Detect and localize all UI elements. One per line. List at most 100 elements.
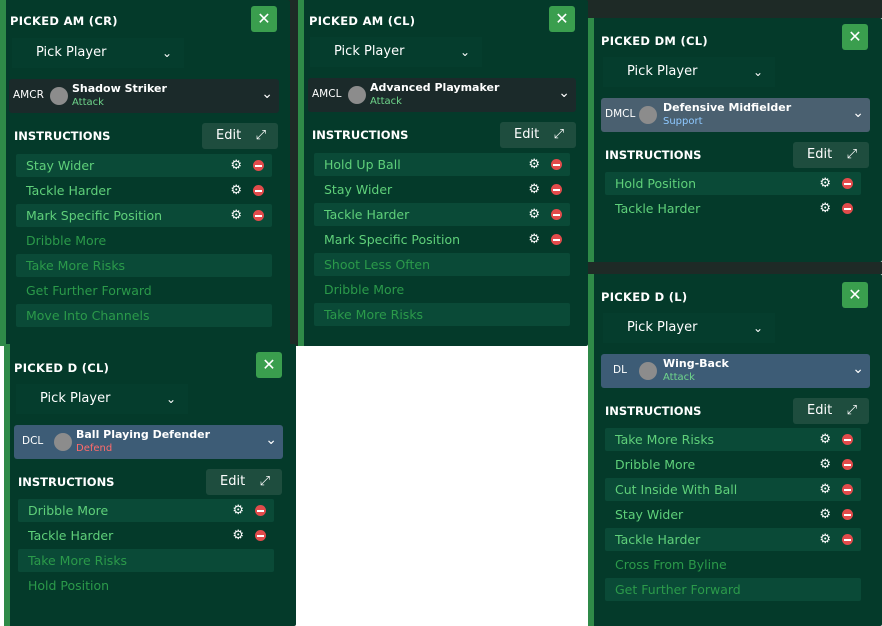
edit-label: Edit bbox=[807, 147, 833, 162]
gear-icon[interactable]: ⚙ bbox=[230, 179, 242, 202]
panel-edge bbox=[298, 0, 304, 346]
player-avatar bbox=[50, 87, 68, 105]
instruction-row[interactable]: Get Further Forward bbox=[16, 279, 272, 302]
instruction-row[interactable]: Tackle Harder ⚙ bbox=[605, 197, 861, 220]
chevron-down-icon: ⌄ bbox=[161, 46, 172, 60]
panel-picked-am-cr: PICKED AM (CR) ✕ Pick Player ⌄ AMCR Shad… bbox=[0, 0, 290, 346]
remove-icon[interactable] bbox=[253, 210, 264, 221]
instruction-label: Dribble More bbox=[26, 233, 107, 248]
instruction-label: Tackle Harder bbox=[615, 201, 701, 216]
panel-picked-d-l: PICKED D (L) ✕ Pick Player ⌄ DL Wing-Bac… bbox=[588, 274, 882, 626]
remove-icon[interactable] bbox=[253, 160, 264, 171]
instructions-heading: INSTRUCTIONS bbox=[18, 475, 115, 489]
remove-icon[interactable] bbox=[842, 178, 853, 189]
gear-icon[interactable]: ⚙ bbox=[819, 478, 831, 501]
close-button[interactable]: ✕ bbox=[549, 6, 575, 32]
pick-player-select[interactable]: Pick Player ⌄ bbox=[603, 313, 775, 343]
remove-icon[interactable] bbox=[551, 159, 562, 170]
remove-icon[interactable] bbox=[551, 209, 562, 220]
chevron-down-icon: ⌄ bbox=[852, 105, 864, 121]
instruction-row[interactable]: Dribble More bbox=[16, 229, 272, 252]
role-selector[interactable]: AMCR Shadow Striker Attack ⌄ bbox=[9, 79, 279, 113]
instruction-row[interactable]: Tackle Harder ⚙ bbox=[18, 524, 274, 547]
instruction-row[interactable]: Hold Position bbox=[18, 574, 274, 597]
instruction-row[interactable]: Dribble More ⚙ bbox=[605, 453, 861, 476]
instruction-row[interactable]: Take More Risks ⚙ bbox=[605, 428, 861, 451]
remove-icon[interactable] bbox=[253, 185, 264, 196]
pick-player-select[interactable]: Pick Player ⌄ bbox=[12, 38, 184, 68]
remove-icon[interactable] bbox=[842, 509, 853, 520]
remove-icon[interactable] bbox=[551, 234, 562, 245]
edit-button[interactable]: Edit ⤢ bbox=[793, 142, 869, 168]
close-button[interactable]: ✕ bbox=[842, 24, 868, 50]
edit-button[interactable]: Edit ⤢ bbox=[500, 122, 576, 148]
instruction-row[interactable]: Hold Up Ball ⚙ bbox=[314, 153, 570, 176]
gear-icon[interactable]: ⚙ bbox=[819, 503, 831, 526]
gear-icon[interactable]: ⚙ bbox=[528, 153, 540, 176]
remove-icon[interactable] bbox=[551, 184, 562, 195]
role-selector[interactable]: AMCL Advanced Playmaker Attack ⌄ bbox=[308, 78, 576, 112]
panel-edge bbox=[0, 0, 6, 346]
gear-icon[interactable]: ⚙ bbox=[819, 172, 831, 195]
close-button[interactable]: ✕ bbox=[842, 282, 868, 308]
remove-icon[interactable] bbox=[842, 484, 853, 495]
gear-icon[interactable]: ⚙ bbox=[819, 428, 831, 451]
instruction-row[interactable]: Take More Risks bbox=[18, 549, 274, 572]
instruction-label: Take More Risks bbox=[26, 258, 126, 273]
instruction-row[interactable]: Stay Wider ⚙ bbox=[16, 154, 272, 177]
instruction-row[interactable]: Cross From Byline bbox=[605, 553, 861, 576]
role-duty: Attack bbox=[370, 96, 402, 107]
gear-icon[interactable]: ⚙ bbox=[528, 228, 540, 251]
pick-player-select[interactable]: Pick Player ⌄ bbox=[603, 57, 775, 87]
instruction-row[interactable]: Take More Risks bbox=[16, 254, 272, 277]
close-button[interactable]: ✕ bbox=[251, 6, 277, 32]
instruction-row[interactable]: Tackle Harder ⚙ bbox=[16, 179, 272, 202]
pick-player-select[interactable]: Pick Player ⌄ bbox=[310, 37, 482, 67]
role-name: Defensive Midfielder bbox=[663, 101, 792, 114]
remove-icon[interactable] bbox=[255, 530, 266, 541]
instruction-label: Mark Specific Position bbox=[324, 232, 461, 247]
close-button[interactable]: ✕ bbox=[256, 352, 282, 378]
instruction-row[interactable]: Stay Wider ⚙ bbox=[314, 178, 570, 201]
instruction-row[interactable]: Stay Wider ⚙ bbox=[605, 503, 861, 526]
instruction-row[interactable]: Move Into Channels bbox=[16, 304, 272, 327]
gear-icon[interactable]: ⚙ bbox=[819, 528, 831, 551]
instruction-row[interactable]: Hold Position ⚙ bbox=[605, 172, 861, 195]
pick-player-label: Pick Player bbox=[334, 44, 405, 59]
edit-button[interactable]: Edit ⤢ bbox=[793, 398, 869, 424]
gear-icon[interactable]: ⚙ bbox=[528, 178, 540, 201]
remove-icon[interactable] bbox=[842, 534, 853, 545]
instruction-row[interactable]: Tackle Harder ⚙ bbox=[605, 528, 861, 551]
instruction-row[interactable]: Get Further Forward bbox=[605, 578, 861, 601]
instruction-row[interactable]: Take More Risks bbox=[314, 303, 570, 326]
gear-icon[interactable]: ⚙ bbox=[232, 524, 244, 547]
gear-icon[interactable]: ⚙ bbox=[819, 197, 831, 220]
role-position: DMCL bbox=[605, 108, 636, 120]
remove-icon[interactable] bbox=[842, 459, 853, 470]
remove-icon[interactable] bbox=[842, 203, 853, 214]
instruction-row[interactable]: Shoot Less Often bbox=[314, 253, 570, 276]
instruction-row[interactable]: Dribble More bbox=[314, 278, 570, 301]
instruction-row[interactable]: Mark Specific Position ⚙ bbox=[314, 228, 570, 251]
gear-icon[interactable]: ⚙ bbox=[819, 453, 831, 476]
edit-button[interactable]: Edit ⤢ bbox=[206, 469, 282, 495]
role-selector[interactable]: DMCL Defensive Midfielder Support ⌄ bbox=[601, 98, 870, 132]
gear-icon[interactable]: ⚙ bbox=[232, 499, 244, 522]
role-duty: Support bbox=[663, 116, 703, 127]
instruction-label: Dribble More bbox=[324, 282, 405, 297]
pick-player-label: Pick Player bbox=[36, 45, 107, 60]
remove-icon[interactable] bbox=[255, 505, 266, 516]
instruction-row[interactable]: Cut Inside With Ball ⚙ bbox=[605, 478, 861, 501]
gear-icon[interactable]: ⚙ bbox=[230, 204, 242, 227]
chevron-down-icon: ⌄ bbox=[165, 392, 176, 406]
role-selector[interactable]: DL Wing-Back Attack ⌄ bbox=[601, 354, 870, 388]
instruction-row[interactable]: Mark Specific Position ⚙ bbox=[16, 204, 272, 227]
pick-player-select[interactable]: Pick Player ⌄ bbox=[16, 384, 188, 414]
gear-icon[interactable]: ⚙ bbox=[230, 154, 242, 177]
instruction-row[interactable]: Tackle Harder ⚙ bbox=[314, 203, 570, 226]
instruction-row[interactable]: Dribble More ⚙ bbox=[18, 499, 274, 522]
role-selector[interactable]: DCL Ball Playing Defender Defend ⌄ bbox=[14, 425, 283, 459]
gear-icon[interactable]: ⚙ bbox=[528, 203, 540, 226]
edit-button[interactable]: Edit ⤢ bbox=[202, 123, 278, 149]
remove-icon[interactable] bbox=[842, 434, 853, 445]
